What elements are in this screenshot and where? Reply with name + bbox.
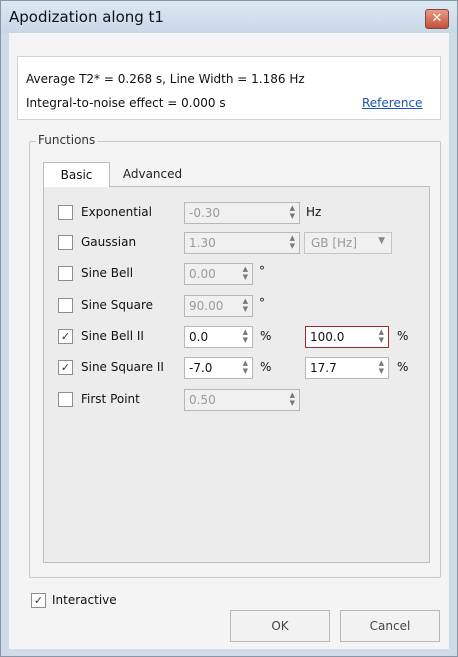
spin-arrows-icon: ▲ ▼ xyxy=(289,391,295,407)
sine-square-ii-label: Sine Square II xyxy=(81,360,164,374)
interactive-checkbox[interactable]: ✓ xyxy=(31,593,46,608)
interactive-label: Interactive xyxy=(52,593,117,607)
sine-square-ii-value1: -7.0 xyxy=(189,361,213,375)
spin-arrows-icon: ▲ ▼ xyxy=(242,265,248,281)
sine-square-checkbox[interactable] xyxy=(58,298,73,313)
cancel-button[interactable]: Cancel xyxy=(340,610,440,642)
sine-bell-ii-value1-spinner[interactable]: 0.0 ▲ ▼ xyxy=(184,326,253,348)
spin-arrows-icon: ▲ ▼ xyxy=(242,359,248,375)
exponential-value: -0.30 xyxy=(189,206,221,220)
tab-advanced[interactable]: Advanced xyxy=(110,162,195,186)
first-point-value: 0.50 xyxy=(189,393,216,407)
exponential-unit: Hz xyxy=(306,205,322,219)
gaussian-value-spinner[interactable]: 1.30 ▲ ▼ xyxy=(184,232,300,254)
sine-bell-value-spinner[interactable]: 0.00 ▲ ▼ xyxy=(184,263,253,285)
sine-bell-checkbox[interactable] xyxy=(58,266,73,281)
sine-square-label: Sine Square xyxy=(81,298,153,312)
first-point-label: First Point xyxy=(81,392,140,406)
sine-bell-ii-value2: 100.0 xyxy=(310,330,345,344)
sine-square-ii-unit2: % xyxy=(397,360,409,374)
functions-group-label: Functions xyxy=(36,133,98,147)
spin-arrows-icon: ▲ ▼ xyxy=(242,328,248,344)
title-bar: Apodization along t1 ✕ xyxy=(1,1,457,33)
sine-bell-value: 0.00 xyxy=(189,267,216,281)
spin-arrows-icon: ▲ ▼ xyxy=(378,328,384,344)
chevron-down-icon: ▼ xyxy=(378,236,385,246)
window-title: Apodization along t1 xyxy=(9,8,164,26)
sine-square-ii-unit1: % xyxy=(260,360,272,374)
sine-bell-unit: ° xyxy=(259,264,265,278)
spin-arrows-icon: ▲ ▼ xyxy=(242,297,248,313)
ok-button[interactable]: OK xyxy=(230,610,330,642)
exponential-value-spinner[interactable]: -0.30 ▲ ▼ xyxy=(184,202,300,224)
gaussian-unit-select[interactable]: GB [Hz] ▼ xyxy=(304,232,392,254)
gaussian-value: 1.30 xyxy=(189,236,216,250)
first-point-value-spinner[interactable]: 0.50 ▲ ▼ xyxy=(184,389,300,411)
sine-square-ii-value2-spinner[interactable]: 17.7 ▲ ▼ xyxy=(305,357,389,379)
sine-square-ii-checkbox[interactable]: ✓ xyxy=(58,360,73,375)
gaussian-checkbox[interactable] xyxy=(58,235,73,250)
average-t2-text: Average T2* = 0.268 s, Line Width = 1.18… xyxy=(26,72,305,86)
integral-to-noise-text: Integral-to-noise effect = 0.000 s xyxy=(26,96,226,110)
info-panel xyxy=(17,56,441,120)
sine-square-ii-value1-spinner[interactable]: -7.0 ▲ ▼ xyxy=(184,357,253,379)
spin-arrows-icon: ▲ ▼ xyxy=(378,359,384,375)
exponential-checkbox[interactable] xyxy=(58,205,73,220)
first-point-checkbox[interactable] xyxy=(58,392,73,407)
exponential-label: Exponential xyxy=(81,205,152,219)
sine-square-value: 90.00 xyxy=(189,299,224,313)
spin-arrows-icon: ▲ ▼ xyxy=(289,204,295,220)
sine-bell-ii-value1: 0.0 xyxy=(189,330,209,344)
reference-link[interactable]: Reference xyxy=(362,96,422,110)
sine-square-unit: ° xyxy=(259,296,265,310)
gaussian-unit-value: GB [Hz] xyxy=(311,236,358,250)
sine-bell-ii-unit2: % xyxy=(397,329,409,343)
spin-arrows-icon: ▲ ▼ xyxy=(289,234,295,250)
sine-square-ii-value2: 17.7 xyxy=(310,361,337,375)
sine-bell-ii-unit1: % xyxy=(260,329,272,343)
sine-square-value-spinner[interactable]: 90.00 ▲ ▼ xyxy=(184,295,253,317)
gaussian-label: Gaussian xyxy=(81,235,137,249)
sine-bell-label: Sine Bell xyxy=(81,266,134,280)
sine-bell-ii-checkbox[interactable]: ✓ xyxy=(58,329,73,344)
sine-bell-ii-value2-spinner[interactable]: 100.0 ▲ ▼ xyxy=(305,326,389,348)
tab-basic[interactable]: Basic xyxy=(43,162,110,187)
sine-bell-ii-label: Sine Bell II xyxy=(81,329,144,343)
close-button[interactable]: ✕ xyxy=(425,9,449,29)
